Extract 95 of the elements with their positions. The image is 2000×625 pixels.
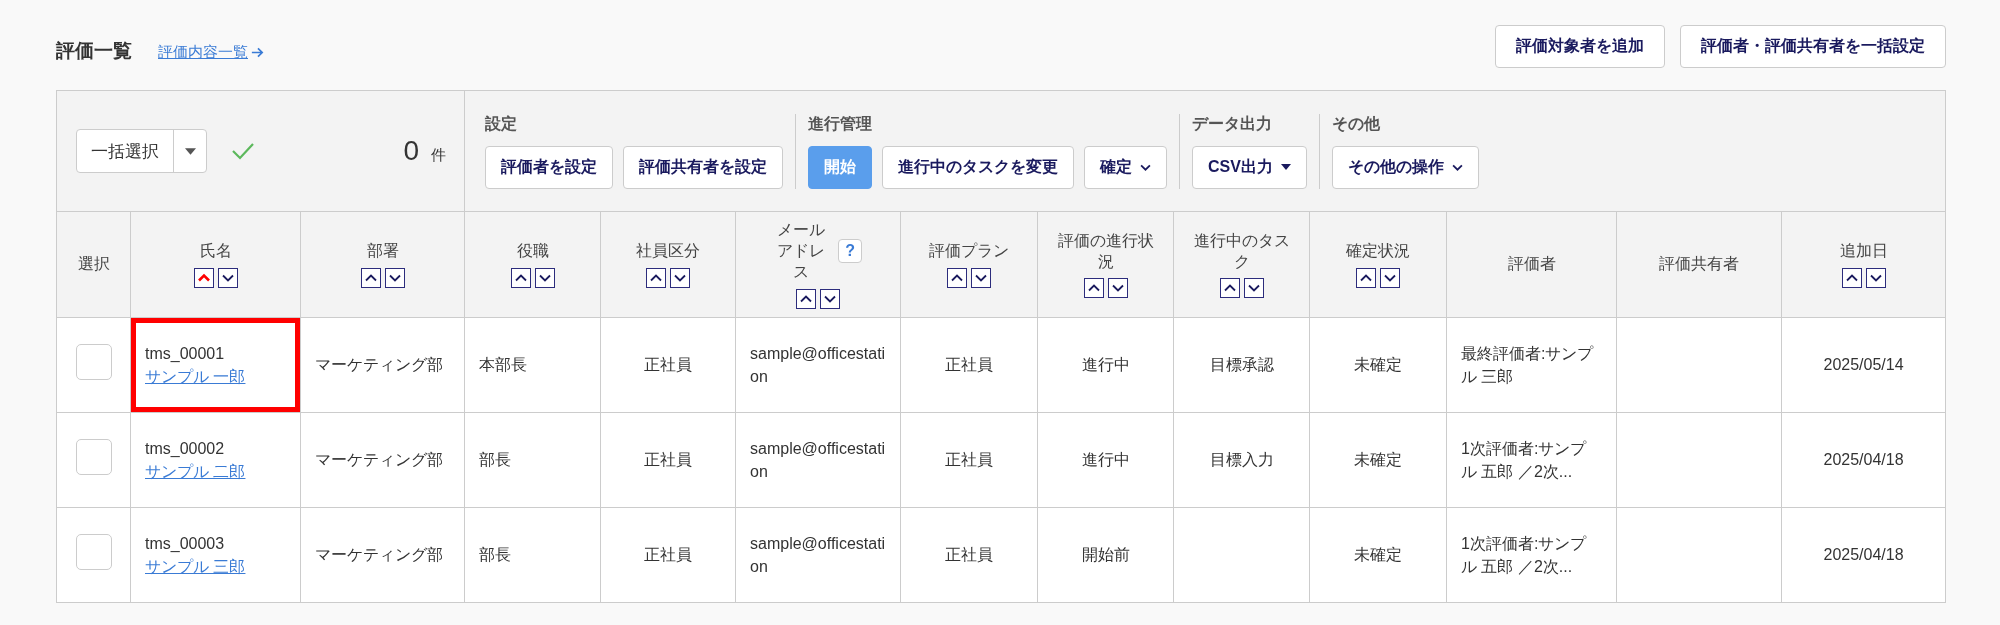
table-cell: 正社員 (644, 356, 693, 374)
table-cell: 正社員 (644, 451, 693, 469)
employee-id: tms_00001 (145, 343, 226, 364)
row-checkbox[interactable] (75, 343, 112, 380)
toolbar-button[interactable]: 評価共有者を設定 (623, 145, 784, 189)
toolbar-button[interactable]: 確定 (1084, 145, 1168, 189)
sort-ascending-button[interactable] (1083, 278, 1104, 299)
bulk-select-dropdown[interactable]: 一括選択 (76, 129, 207, 173)
evaluation-list-link[interactable]: 評価内容一覧 (158, 42, 265, 62)
table-cell: 部長 (479, 451, 512, 469)
toolbar-button[interactable]: 評価者を設定 (485, 145, 614, 189)
toolbar-button[interactable]: CSV出力 (1192, 145, 1307, 189)
table-cell: sample@officestation (750, 344, 886, 385)
table-cell: 最終評価者:サンプル 三郎 (1461, 344, 1594, 385)
column-header: 評価共有者 (1659, 254, 1740, 275)
sort-ascending-button[interactable] (1219, 278, 1240, 299)
table-cell: 1次評価者:サンプル 五郎 ／2次... (1461, 439, 1587, 480)
column-header: 評価者 (1507, 254, 1556, 275)
column-header: 選択 (77, 254, 110, 275)
table-cell: マーケティング部 (315, 356, 443, 374)
table-cell: 正社員 (644, 546, 693, 564)
row-checkbox[interactable] (75, 438, 112, 475)
table-cell: sample@officestation (750, 439, 886, 480)
table-cell: 1次評価者:サンプル 五郎 ／2次... (1461, 534, 1587, 575)
column-header: 評価の進行状況 (1057, 230, 1154, 272)
table-cell: 進行中 (1081, 356, 1130, 374)
page-title: 評価一覧 (56, 38, 132, 63)
table-cell: 未確定 (1354, 546, 1403, 564)
table-cell: 正社員 (945, 356, 994, 374)
sort-ascending-button[interactable] (360, 267, 381, 288)
group-label: 設定 (485, 113, 519, 134)
sort-ascending-button[interactable] (510, 267, 531, 288)
header-button[interactable]: 評価者・評価共有者を一括設定 (1680, 25, 1946, 68)
sort-descending-button[interactable] (384, 267, 405, 288)
column-header: 確定状況 (1346, 241, 1411, 262)
employee-id: tms_00002 (145, 438, 226, 459)
table-cell: 部長 (479, 546, 512, 564)
toolbar-button[interactable]: その他の操作 (1331, 145, 1479, 189)
table-cell: マーケティング部 (315, 546, 443, 564)
table-cell: 未確定 (1354, 356, 1403, 374)
caret-icon (184, 147, 196, 155)
help-icon[interactable]: ? (838, 239, 863, 264)
sort-ascending-button[interactable] (193, 267, 214, 288)
group-label: 進行管理 (808, 113, 874, 134)
sort-ascending-button[interactable] (1356, 267, 1377, 288)
table-cell: 目標承認 (1209, 356, 1274, 374)
chevron-down-icon (1140, 163, 1152, 171)
sort-ascending-button[interactable] (646, 267, 667, 288)
column-header: 氏名 (199, 241, 232, 262)
sort-descending-button[interactable] (820, 288, 841, 309)
sort-descending-button[interactable] (971, 267, 992, 288)
table-cell: 本部長 (479, 356, 528, 374)
sort-descending-button[interactable] (534, 267, 555, 288)
employee-id: tms_00003 (145, 533, 226, 554)
column-header: 進行中のタスク (1193, 230, 1290, 272)
employee-name-link[interactable]: サンプル 二郎 (145, 460, 286, 484)
table-cell: 目標入力 (1209, 451, 1274, 469)
sort-descending-button[interactable] (1107, 278, 1128, 299)
table-cell: sample@officestation (750, 534, 886, 575)
table-cell: 進行中 (1081, 451, 1130, 469)
arrow-right-icon (251, 46, 264, 58)
employee-name-link[interactable]: サンプル 一郎 (145, 365, 286, 389)
sort-ascending-button[interactable] (947, 267, 968, 288)
sort-ascending-button[interactable] (1841, 267, 1862, 288)
count-unit: 件 (431, 144, 447, 165)
table-cell: 2025/05/14 (1823, 356, 1904, 374)
table-cell: 正社員 (945, 451, 994, 469)
caret-icon (1280, 164, 1291, 170)
table-cell: 2025/04/18 (1823, 451, 1904, 469)
row-checkbox[interactable] (75, 533, 112, 570)
group-label: その他 (1331, 113, 1381, 134)
chevron-down-icon (1451, 163, 1463, 171)
table-cell: 2025/04/18 (1823, 546, 1904, 564)
toolbar-button[interactable]: 進行中のタスクを変更 (882, 145, 1075, 189)
column-header: 部署 (366, 241, 399, 262)
table-cell: 開始前 (1081, 546, 1130, 564)
table-cell: 未確定 (1354, 451, 1403, 469)
table-cell: 正社員 (945, 546, 994, 564)
employee-name-link[interactable]: サンプル 三郎 (145, 555, 286, 579)
header-button[interactable]: 評価対象者を追加 (1495, 25, 1665, 68)
sort-ascending-button[interactable] (796, 288, 817, 309)
column-header: 役職 (516, 241, 549, 262)
column-header: 社員区分 (636, 241, 701, 262)
column-header: 追加日 (1839, 241, 1888, 262)
column-header: 評価プラン (929, 241, 1010, 262)
checkmark-icon[interactable] (231, 142, 255, 160)
sort-descending-button[interactable] (1380, 267, 1401, 288)
table-cell: マーケティング部 (315, 451, 443, 469)
sort-descending-button[interactable] (1243, 278, 1264, 299)
sort-descending-button[interactable] (217, 267, 238, 288)
group-label: データ出力 (1192, 113, 1274, 134)
column-header: メールアドレス (776, 220, 826, 282)
sort-descending-button[interactable] (1865, 267, 1886, 288)
sort-descending-button[interactable] (670, 267, 691, 288)
selected-count: 0 (403, 135, 420, 167)
